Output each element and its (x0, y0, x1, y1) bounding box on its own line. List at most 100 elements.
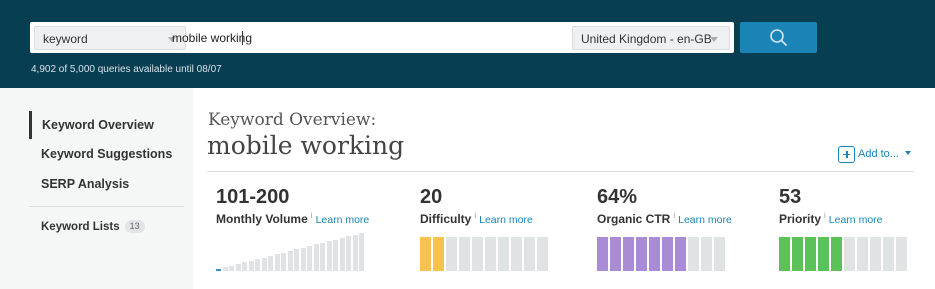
volume-bar (222, 267, 228, 271)
score-segment-filled (675, 237, 686, 271)
sidebar-item-label: Keyword Lists (41, 221, 120, 233)
score-segment-filled (636, 237, 647, 271)
metric-label: Monthly Volume (216, 212, 308, 226)
score-segment-empty (870, 237, 881, 271)
page-title-keyword: mobile working (207, 131, 405, 160)
sidebar: Keyword Overview Keyword Suggestions SER… (0, 88, 193, 289)
info-icon[interactable]: i (824, 211, 826, 220)
keyword-lists-count-badge: 13 (124, 220, 145, 233)
sidebar-item-label: SERP Analysis (41, 177, 130, 191)
page-title-prefix: Keyword Overview: (208, 110, 377, 130)
volume-trend-bars (216, 231, 368, 271)
sidebar-divider (29, 206, 184, 207)
info-icon[interactable]: i (673, 211, 675, 220)
score-segment-filled (779, 237, 790, 271)
search-icon (770, 29, 787, 46)
score-segment-empty (714, 237, 725, 271)
volume-bar (307, 246, 312, 271)
score-segment-filled (662, 237, 673, 271)
volume-bar (294, 249, 299, 271)
locale-dropdown[interactable]: United Kingdom - en-GB (572, 26, 730, 50)
score-segment-empty (883, 237, 894, 271)
locale-value: United Kingdom - en-GB (581, 32, 712, 46)
score-segment-empty (857, 237, 868, 271)
sidebar-item-label: Keyword Overview (42, 118, 154, 132)
sidebar-item-label: Keyword Suggestions (41, 147, 173, 161)
header-bar: keyword United Kingdom - en-GB 4,902 of … (0, 0, 935, 88)
volume-bar-active (216, 269, 221, 271)
keyword-search-input[interactable] (170, 28, 570, 48)
search-form: keyword United Kingdom - en-GB (30, 22, 734, 53)
metric-label: Difficulty (420, 212, 472, 226)
score-segment-filled (805, 237, 816, 271)
volume-bar (313, 244, 319, 271)
learn-more-link[interactable]: Learn more (479, 214, 533, 226)
metric-value: 53 (779, 186, 802, 208)
score-segment-empty (446, 237, 457, 271)
volume-bar (352, 235, 358, 271)
score-segment-filled (420, 237, 431, 271)
add-to-label: Add to... (858, 148, 899, 160)
volume-bar (333, 240, 338, 271)
sidebar-item-serp-analysis[interactable]: SERP Analysis (29, 177, 129, 191)
score-segment-empty (701, 237, 712, 271)
sidebar-item-keyword-suggestions[interactable]: Keyword Suggestions (29, 147, 172, 161)
sidebar-item-keyword-lists[interactable]: Keyword Lists 13 (29, 220, 145, 233)
difficulty-bar (420, 237, 548, 271)
volume-bar (287, 251, 293, 271)
score-segment-filled (433, 237, 444, 271)
volume-bar (300, 248, 306, 271)
metric-label: Priority (779, 212, 822, 226)
score-segment-empty (511, 237, 522, 271)
learn-more-link[interactable]: Learn more (678, 214, 732, 226)
query-quota-text: 4,902 of 5,000 queries available until 0… (31, 64, 222, 75)
volume-bar (320, 243, 325, 271)
search-type-value: keyword (43, 32, 88, 46)
chevron-down-icon (710, 37, 718, 42)
add-to-button[interactable]: Add to... (838, 145, 911, 163)
score-segment-filled (792, 237, 803, 271)
score-segment-filled (623, 237, 634, 271)
volume-bar (242, 262, 247, 271)
score-segment-empty (537, 237, 548, 271)
score-segment-empty (485, 237, 496, 271)
organic-ctr-bar (597, 237, 725, 271)
score-segment-empty (498, 237, 509, 271)
volume-bar (261, 258, 267, 271)
score-segment-empty (896, 237, 907, 271)
score-segment-filled (597, 237, 608, 271)
volume-bar (326, 241, 332, 271)
volume-bar (229, 266, 234, 271)
sidebar-item-keyword-overview[interactable]: Keyword Overview (29, 111, 154, 139)
score-segment-empty (472, 237, 483, 271)
score-segment-empty (688, 237, 699, 271)
volume-bar (268, 256, 273, 271)
score-segment-filled (831, 237, 842, 271)
plus-box-icon (838, 145, 855, 163)
chevron-down-icon (904, 151, 911, 155)
score-segment-empty (459, 237, 470, 271)
divider (207, 171, 914, 172)
learn-more-link[interactable]: Learn more (316, 214, 370, 226)
metric-monthly-volume: 101-200 Monthly Volume i Learn more (216, 186, 376, 276)
search-type-dropdown[interactable]: keyword (34, 26, 186, 50)
priority-bar (779, 237, 907, 271)
volume-bar (359, 233, 364, 271)
search-button[interactable] (740, 22, 817, 53)
metric-priority: 53 Priority i Learn more (779, 186, 919, 276)
volume-bar (339, 238, 345, 271)
learn-more-link[interactable]: Learn more (829, 214, 883, 226)
score-segment-filled (818, 237, 829, 271)
volume-bar (235, 264, 241, 271)
volume-bar (346, 236, 351, 271)
score-segment-empty (844, 237, 855, 271)
info-icon[interactable]: i (311, 211, 313, 220)
volume-bar (248, 261, 254, 271)
metric-label: Organic CTR (597, 212, 671, 226)
score-segment-empty (524, 237, 535, 271)
score-segment-filled (610, 237, 621, 271)
metric-organic-ctr: 64% Organic CTR i Learn more (597, 186, 747, 276)
volume-bar (255, 259, 260, 271)
info-icon[interactable]: i (474, 211, 476, 220)
score-segment-filled (649, 237, 660, 271)
